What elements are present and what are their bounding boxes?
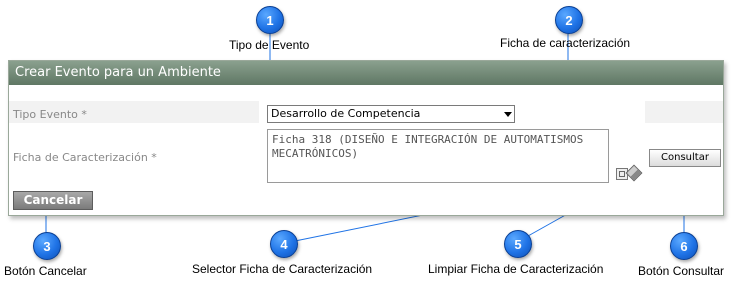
cancelar-button[interactable]: Cancelar [13, 191, 93, 210]
callout-label-3: Botón Cancelar [4, 264, 87, 278]
callout-bubble-4: 4 [270, 230, 298, 258]
callout-label-5: Limpiar Ficha de Caracterización [428, 262, 604, 276]
eraser-icon[interactable] [625, 164, 643, 182]
callout-bubble-1: 1 [256, 6, 284, 34]
panel-header: Crear Evento para un Ambiente [9, 61, 723, 85]
tipo-evento-select[interactable]: Desarrollo de Competencia [267, 105, 515, 123]
chevron-down-icon [504, 112, 512, 117]
callout-label-4: Selector Ficha de Caracterización [192, 262, 373, 276]
callout-bubble-3: 3 [33, 232, 61, 260]
crear-evento-panel: Crear Evento para un Ambiente Tipo Event… [8, 60, 724, 216]
consultar-button[interactable]: Consultar [649, 149, 721, 167]
tipo-evento-value: Desarrollo de Competencia [271, 107, 421, 120]
tipo-evento-row-end-bg [645, 101, 723, 123]
ficha-label: Ficha de Caracterización * [13, 151, 157, 164]
callout-label-2: Ficha de caracterización [500, 36, 631, 50]
callout-bubble-6: 6 [670, 232, 698, 260]
callout-bubble-5: 5 [504, 230, 532, 258]
callout-label-1: Tipo de Evento [229, 38, 310, 52]
panel-title: Crear Evento para un Ambiente [15, 65, 221, 80]
callout-label-6: Botón Consultar [638, 264, 725, 278]
ficha-textarea[interactable]: Ficha 318 (DISEÑO E INTEGRACIÓN DE AUTOM… [267, 129, 609, 183]
tipo-evento-label: Tipo Evento * [13, 108, 87, 121]
callout-bubble-2: 2 [555, 6, 583, 34]
